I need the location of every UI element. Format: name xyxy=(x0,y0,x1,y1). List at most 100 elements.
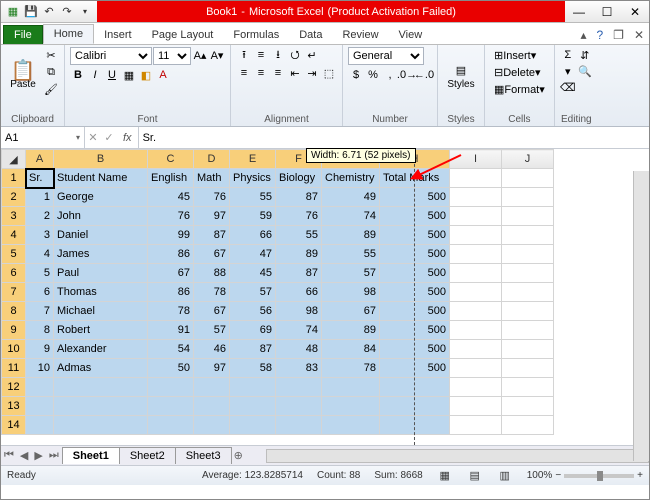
row-header[interactable]: 12 xyxy=(2,378,26,397)
cell[interactable] xyxy=(450,397,502,416)
cell[interactable]: 50 xyxy=(148,359,194,378)
cell[interactable] xyxy=(194,397,230,416)
cell[interactable] xyxy=(450,416,502,435)
cell[interactable]: 2 xyxy=(26,207,54,226)
horizontal-scrollbar[interactable] xyxy=(266,449,649,463)
cell[interactable] xyxy=(230,416,276,435)
cell[interactable] xyxy=(502,264,554,283)
vertical-scrollbar[interactable] xyxy=(633,171,649,461)
col-header-C[interactable]: C xyxy=(148,150,194,169)
cell[interactable]: Admas xyxy=(54,359,148,378)
col-header-J[interactable]: J xyxy=(502,150,554,169)
cell[interactable]: 4 xyxy=(26,245,54,264)
cell[interactable]: James xyxy=(54,245,148,264)
cell[interactable] xyxy=(502,207,554,226)
ribbon-minimize-icon[interactable]: ▴ xyxy=(575,26,591,44)
border-button[interactable]: ▦ xyxy=(121,67,137,83)
cell[interactable]: 55 xyxy=(230,188,276,207)
fx-cancel-icon[interactable]: ✕ xyxy=(85,130,101,146)
cell[interactable] xyxy=(502,416,554,435)
row-header[interactable]: 13 xyxy=(2,397,26,416)
cell[interactable]: Paul xyxy=(54,264,148,283)
cell[interactable]: 86 xyxy=(148,245,194,264)
minimize-button[interactable]: ― xyxy=(565,1,593,23)
cell[interactable]: 78 xyxy=(322,359,380,378)
cell[interactable] xyxy=(194,416,230,435)
name-box[interactable]: ▾ xyxy=(1,127,85,148)
font-name-select[interactable]: Calibri xyxy=(70,47,152,65)
cell[interactable]: 54 xyxy=(148,340,194,359)
cell[interactable]: English xyxy=(148,169,194,188)
cell[interactable]: Math xyxy=(194,169,230,188)
cell[interactable]: 49 xyxy=(322,188,380,207)
cell[interactable]: 98 xyxy=(276,302,322,321)
cell[interactable]: 67 xyxy=(322,302,380,321)
sheet-tab-sheet3[interactable]: Sheet3 xyxy=(175,447,232,464)
format-painter-icon[interactable]: 🖌 xyxy=(43,81,59,97)
row-header[interactable]: 3 xyxy=(2,207,26,226)
cell[interactable]: 74 xyxy=(322,207,380,226)
row-header[interactable]: 5 xyxy=(2,245,26,264)
mdi-restore-icon[interactable]: ❐ xyxy=(608,26,629,44)
cell[interactable]: 67 xyxy=(148,264,194,283)
row-header[interactable]: 2 xyxy=(2,188,26,207)
cell[interactable]: Physics xyxy=(230,169,276,188)
align-right-icon[interactable]: ≡ xyxy=(270,65,286,81)
cell[interactable]: 89 xyxy=(322,226,380,245)
fill-color-button[interactable]: ◧ xyxy=(138,67,154,83)
cell[interactable]: 76 xyxy=(276,207,322,226)
cell[interactable] xyxy=(26,416,54,435)
cell[interactable]: 45 xyxy=(230,264,276,283)
clear-icon[interactable]: ⌫ xyxy=(560,79,576,95)
cell[interactable] xyxy=(502,359,554,378)
cut-icon[interactable]: ✂ xyxy=(43,47,59,63)
tab-formulas[interactable]: Formulas xyxy=(223,26,289,44)
cell[interactable] xyxy=(276,397,322,416)
cell[interactable]: 86 xyxy=(148,283,194,302)
cell[interactable] xyxy=(26,397,54,416)
cell[interactable] xyxy=(230,397,276,416)
cell[interactable] xyxy=(450,226,502,245)
font-color-button[interactable]: A xyxy=(155,67,171,83)
increase-font-icon[interactable]: A▴ xyxy=(192,47,208,63)
row-header[interactable]: 7 xyxy=(2,283,26,302)
cell[interactable]: 46 xyxy=(194,340,230,359)
cell[interactable]: 58 xyxy=(230,359,276,378)
col-header-D[interactable]: D xyxy=(194,150,230,169)
cell[interactable]: Chemistry xyxy=(322,169,380,188)
cell[interactable] xyxy=(54,397,148,416)
cell[interactable]: 87 xyxy=(194,226,230,245)
col-header-A[interactable]: A xyxy=(26,150,54,169)
cell[interactable] xyxy=(502,188,554,207)
bold-button[interactable]: B xyxy=(70,67,86,83)
comma-icon[interactable]: , xyxy=(382,67,398,83)
cell[interactable]: 67 xyxy=(194,302,230,321)
cell-styles-button[interactable]: ▤ Styles xyxy=(443,47,479,105)
cell[interactable]: 57 xyxy=(230,283,276,302)
align-middle-icon[interactable]: ≡ xyxy=(253,47,269,63)
cell[interactable] xyxy=(450,378,502,397)
cell[interactable]: John xyxy=(54,207,148,226)
cell[interactable] xyxy=(450,302,502,321)
cell[interactable]: 78 xyxy=(194,283,230,302)
cell[interactable] xyxy=(502,340,554,359)
insert-cells-button[interactable]: ⊞ Insert ▾ xyxy=(490,47,540,64)
cell[interactable]: 45 xyxy=(148,188,194,207)
copy-icon[interactable]: ⧉ xyxy=(43,64,59,80)
save-icon[interactable]: 💾 xyxy=(23,4,39,20)
cell[interactable]: 97 xyxy=(194,359,230,378)
cell[interactable]: 83 xyxy=(276,359,322,378)
spreadsheet-grid[interactable]: ◢ABCDEFGHIJ 1Sr.Student NameEnglishMathP… xyxy=(1,149,554,435)
cell[interactable]: Daniel xyxy=(54,226,148,245)
zoom-in-button[interactable]: + xyxy=(637,470,643,481)
cell[interactable]: 57 xyxy=(194,321,230,340)
cell[interactable]: Sr. xyxy=(26,169,54,188)
cell[interactable]: 69 xyxy=(230,321,276,340)
align-top-icon[interactable]: ⭱ xyxy=(236,47,252,63)
cell[interactable]: 84 xyxy=(322,340,380,359)
tab-page-layout[interactable]: Page Layout xyxy=(142,26,224,44)
sheet-nav-prev[interactable]: ◀ xyxy=(17,449,31,462)
cell[interactable] xyxy=(148,397,194,416)
zoom-out-button[interactable]: − xyxy=(555,470,561,481)
cell[interactable]: 55 xyxy=(276,226,322,245)
